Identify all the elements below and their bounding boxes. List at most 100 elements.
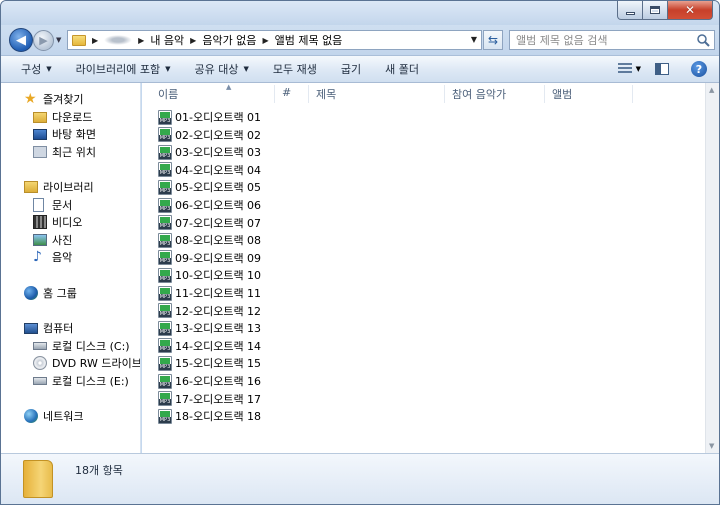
preview-pane-icon[interactable] bbox=[655, 63, 669, 75]
column-header-number[interactable]: # bbox=[282, 86, 308, 102]
folder-icon bbox=[23, 460, 53, 498]
column-divider[interactable] bbox=[308, 85, 309, 103]
command-bar: 구성 ▼ 라이브러리에 포함 ▼ 공유 대상 ▼ 모두 재생 굽기 새 폴더 ▼… bbox=[1, 55, 719, 83]
organize-label: 구성 bbox=[21, 63, 42, 76]
column-header-album[interactable]: 앨범 bbox=[552, 86, 632, 102]
column-divider[interactable] bbox=[444, 85, 445, 103]
recent-pages-dropdown-icon[interactable]: ▼ bbox=[56, 36, 61, 44]
file-row[interactable]: 03-오디오트랙 03 bbox=[158, 144, 261, 160]
column-header-title[interactable]: 제목 bbox=[316, 86, 446, 102]
search-icon[interactable] bbox=[696, 33, 710, 47]
new-folder-button[interactable]: 새 폴더 bbox=[373, 56, 431, 82]
search-box[interactable] bbox=[509, 30, 715, 50]
column-header-name[interactable]: 이름 ▲ bbox=[158, 83, 282, 102]
nav-recent-places[interactable]: 최근 위치 bbox=[33, 144, 96, 160]
chevron-down-icon: ▼ bbox=[243, 65, 249, 73]
nav-documents[interactable]: 문서 bbox=[33, 197, 72, 213]
breadcrumb-my-music[interactable]: 내 음악 bbox=[150, 32, 184, 48]
mp3-file-icon bbox=[158, 320, 172, 336]
file-row[interactable]: 10-오디오트랙 10 bbox=[158, 267, 261, 283]
file-row[interactable]: 09-오디오트랙 09 bbox=[158, 250, 261, 266]
include-library-label: 라이브러리에 포함 bbox=[75, 63, 161, 76]
column-divider[interactable] bbox=[632, 85, 633, 103]
breadcrumb-separator-icon[interactable]: ▶ bbox=[190, 36, 196, 45]
details-pane: 18개 항목 bbox=[1, 453, 719, 504]
help-icon[interactable]: ? bbox=[691, 61, 707, 77]
file-name: 01-오디오트랙 01 bbox=[175, 111, 262, 124]
file-row[interactable]: 16-오디오트랙 16 bbox=[158, 373, 261, 389]
breadcrumb-separator-icon[interactable]: ▶ bbox=[138, 36, 144, 45]
change-view-icon[interactable] bbox=[617, 63, 632, 75]
breadcrumb-separator-icon[interactable]: ▶ bbox=[262, 36, 268, 45]
scroll-up-icon[interactable]: ▲ bbox=[709, 86, 714, 94]
column-header-contributing-artists[interactable]: 참여 음악가 bbox=[452, 86, 544, 102]
nav-computer[interactable]: 컴퓨터 bbox=[24, 320, 73, 336]
nav-libraries[interactable]: 라이브러리 bbox=[24, 179, 94, 195]
caption-buttons: ✕ bbox=[617, 1, 713, 20]
nav-desktop[interactable]: 바탕 화면 bbox=[33, 126, 96, 142]
mp3-file-icon bbox=[158, 285, 172, 301]
file-name: 03-오디오트랙 03 bbox=[175, 146, 262, 160]
view-dropdown-icon[interactable]: ▼ bbox=[636, 65, 641, 73]
search-input[interactable] bbox=[510, 31, 690, 49]
file-row[interactable]: 06-오디오트랙 06 bbox=[158, 197, 261, 213]
explorer-window: ✕ ◀ ▶ ▼ ▶ ▶ 내 음악 ▶ 음악가 없음 ▶ 앨범 제목 없음 ▼ ⇆ bbox=[0, 0, 720, 505]
nav-homegroup[interactable]: 홈 그룹 bbox=[24, 285, 77, 301]
blurred-breadcrumb[interactable] bbox=[104, 35, 133, 45]
file-row[interactable]: 11-오디오트랙 11 bbox=[158, 285, 261, 301]
file-row[interactable]: 15-오디오트랙 15 bbox=[158, 355, 261, 371]
breadcrumb-unknown-album[interactable]: 앨범 제목 없음 bbox=[275, 32, 343, 48]
nav-videos[interactable]: 비디오 bbox=[33, 214, 82, 230]
file-row[interactable]: 14-오디오트랙 14 bbox=[158, 338, 261, 354]
nav-local-disk-e[interactable]: 로컬 디스크 (E:) bbox=[33, 373, 129, 389]
mp3-file-icon bbox=[158, 267, 172, 283]
file-row[interactable]: 17-오디오트랙 17 bbox=[158, 391, 261, 407]
file-row[interactable]: 12-오디오트랙 12 bbox=[158, 303, 261, 319]
title-bar[interactable]: ✕ bbox=[1, 1, 719, 25]
nav-label: 문서 bbox=[52, 199, 73, 212]
file-row[interactable]: 18-오디오트랙 18 bbox=[158, 408, 261, 424]
column-divider[interactable] bbox=[274, 85, 275, 103]
mp3-file-icon bbox=[158, 144, 172, 160]
mp3-file-icon bbox=[158, 162, 172, 178]
column-header-label: 앨범 bbox=[552, 88, 573, 101]
mp3-file-icon bbox=[158, 303, 172, 319]
nav-dvd-drive[interactable]: DVD RW 드라이브 ( bbox=[33, 355, 140, 371]
organize-menu[interactable]: 구성 ▼ bbox=[1, 56, 64, 82]
forward-button[interactable]: ▶ bbox=[33, 30, 54, 51]
burn-button[interactable]: 굽기 bbox=[329, 56, 373, 82]
file-row[interactable]: 07-오디오트랙 07 bbox=[158, 215, 261, 231]
file-row[interactable]: 05-오디오트랙 05 bbox=[158, 179, 261, 195]
item-count: 18개 항목 bbox=[75, 464, 123, 477]
address-dropdown-icon[interactable]: ▼ bbox=[471, 35, 477, 44]
minimize-button[interactable] bbox=[617, 1, 643, 20]
vertical-scrollbar[interactable]: ▲ ▼ bbox=[705, 83, 719, 453]
file-row[interactable]: 04-오디오트랙 04 bbox=[158, 162, 261, 178]
nav-favorites[interactable]: ★ 즐겨찾기 bbox=[24, 91, 83, 107]
nav-downloads[interactable]: 다운로드 bbox=[33, 109, 92, 125]
share-with-menu[interactable]: 공유 대상 ▼ bbox=[183, 56, 261, 82]
file-name: 16-오디오트랙 16 bbox=[175, 375, 262, 388]
nav-network[interactable]: 네트워크 bbox=[24, 408, 83, 424]
breadcrumb-separator-icon[interactable]: ▶ bbox=[92, 36, 98, 45]
back-button[interactable]: ◀ bbox=[9, 28, 33, 52]
nav-local-disk-c[interactable]: 로컬 디스크 (C:) bbox=[33, 338, 130, 354]
nav-music[interactable]: ♪ 음악 bbox=[33, 249, 72, 265]
refresh-button[interactable]: ⇆ bbox=[483, 30, 503, 50]
maximize-button[interactable] bbox=[643, 1, 668, 20]
refresh-icon: ⇆ bbox=[487, 33, 499, 47]
column-divider[interactable] bbox=[544, 85, 545, 103]
file-row[interactable]: 02-오디오트랙 02 bbox=[158, 127, 261, 143]
play-all-button[interactable]: 모두 재생 bbox=[261, 56, 329, 82]
file-row[interactable]: 08-오디오트랙 08 bbox=[158, 232, 261, 248]
file-row[interactable]: 13-오디오트랙 13 bbox=[158, 320, 261, 336]
address-bar[interactable]: ▶ ▶ 내 음악 ▶ 음악가 없음 ▶ 앨범 제목 없음 ▼ bbox=[67, 30, 482, 50]
scroll-down-icon[interactable]: ▼ bbox=[709, 442, 714, 450]
include-in-library-menu[interactable]: 라이브러리에 포함 ▼ bbox=[64, 56, 183, 82]
nav-label: 컴퓨터 bbox=[43, 322, 74, 335]
close-button[interactable]: ✕ bbox=[668, 1, 713, 20]
mp3-file-icon bbox=[158, 355, 172, 371]
file-row[interactable]: 01-오디오트랙 01 bbox=[158, 109, 261, 125]
nav-pictures[interactable]: 사진 bbox=[33, 232, 72, 248]
breadcrumb-unknown-artist[interactable]: 음악가 없음 bbox=[202, 32, 256, 48]
